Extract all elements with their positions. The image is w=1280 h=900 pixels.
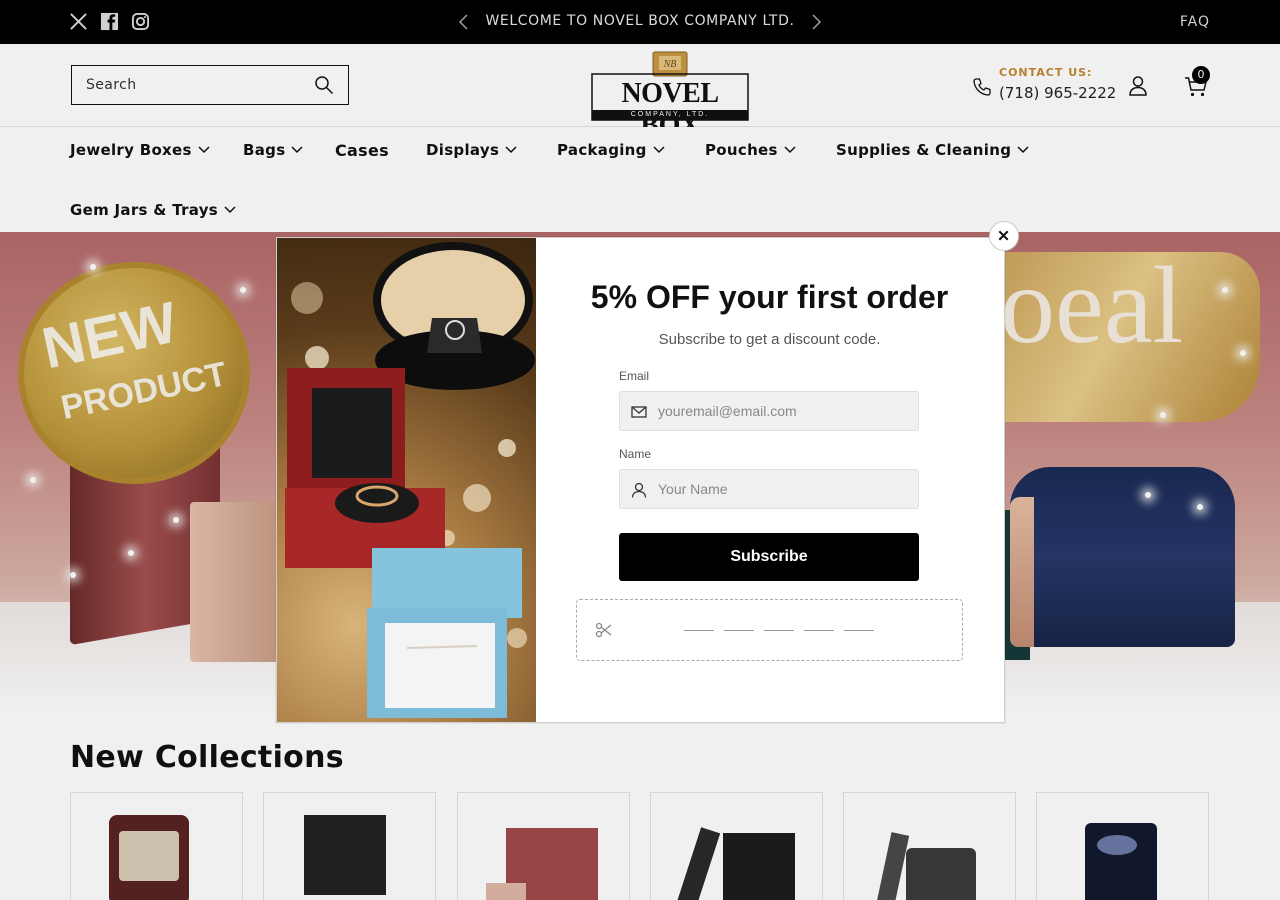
email-field-wrapper: [619, 391, 919, 431]
code-dash: [684, 630, 714, 631]
popup-image: [277, 238, 536, 722]
close-icon: [998, 230, 1009, 241]
popup-subtitle: Subscribe to get a discount code.: [658, 331, 881, 348]
person-icon: [630, 481, 648, 499]
popup-title: 5% OFF your first order: [590, 279, 949, 315]
coupon-code-placeholder: [576, 599, 963, 661]
envelope-icon: [630, 403, 648, 421]
subscribe-button[interactable]: Subscribe: [619, 533, 919, 581]
code-dash: [724, 630, 754, 631]
code-dash: [844, 630, 874, 631]
name-field[interactable]: [658, 470, 913, 508]
code-dash: [764, 630, 794, 631]
email-label: Email: [619, 369, 650, 383]
close-button[interactable]: [989, 221, 1019, 251]
code-dash: [804, 630, 834, 631]
name-label: Name: [619, 447, 652, 461]
name-field-wrapper: [619, 469, 919, 509]
email-field[interactable]: [658, 392, 913, 430]
scissors-icon: [594, 620, 614, 640]
